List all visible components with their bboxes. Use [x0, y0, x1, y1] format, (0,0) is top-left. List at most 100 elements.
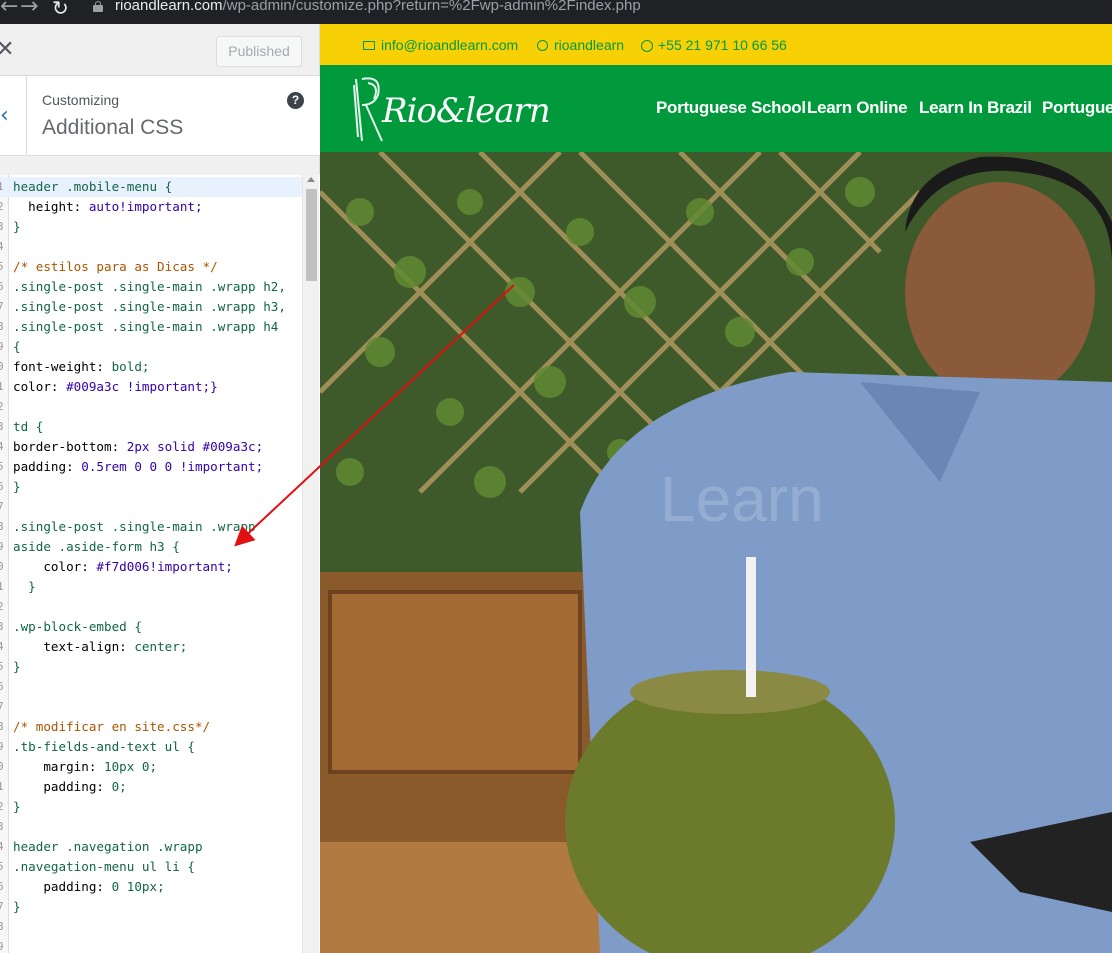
site-topbar: info@rioandlearn.com rioandlearn +55 21 …	[320, 24, 1112, 65]
code-line[interactable]: 5 .navegation-menu ul li {	[0, 857, 302, 877]
code-line[interactable]: 2	[0, 397, 302, 417]
code-text: padding: 0 10px;	[13, 879, 165, 894]
breadcrumb: Customizing	[42, 92, 120, 108]
code-line[interactable]: 5 /* estilos para as Dicas */	[0, 257, 302, 277]
site-logo[interactable]: Rio&learn	[352, 71, 551, 147]
forward-arrow-icon[interactable]: →	[20, 0, 38, 19]
code-line[interactable]: 0 margin: 10px 0;	[0, 757, 302, 777]
code-lines[interactable]: 1 header .mobile-menu {2 height: auto!imp…	[0, 177, 302, 953]
code-line[interactable]: 3}	[0, 217, 302, 237]
code-line[interactable]: 8 .single-post .single-main .wrapp h4	[0, 317, 302, 337]
code-line[interactable]: 2	[0, 597, 302, 617]
lock-icon[interactable]	[93, 1, 103, 12]
code-line[interactable]: 3 td {	[0, 417, 302, 437]
code-line[interactable]: 8 /* modificar en site.css*/	[0, 717, 302, 737]
line-number: 1	[0, 180, 4, 193]
code-line[interactable]: 9 .tb-fields-and-text ul {	[0, 737, 302, 757]
line-number: 9	[0, 340, 4, 353]
line-number: 0	[0, 760, 4, 773]
code-text: padding: 0;	[13, 779, 127, 794]
address-bar[interactable]: rioandlearn.com/wp-admin/customize.php?r…	[115, 0, 641, 14]
reload-icon[interactable]: ↻	[52, 0, 69, 20]
back-chevron-icon[interactable]: ‹	[0, 76, 27, 156]
scroll-up-arrow-icon[interactable]	[307, 177, 315, 182]
nav-learn-in-brazil[interactable]: Learn In Brazil	[919, 98, 1032, 118]
url-host: rioandlearn.com	[115, 0, 223, 14]
line-number: 6	[0, 480, 4, 493]
line-number: 3	[0, 220, 4, 233]
code-text: .navegation-menu ul li {	[13, 859, 195, 874]
code-text: margin: 10px 0;	[13, 759, 158, 774]
code-text: color: #f7d006!important;	[13, 559, 233, 574]
line-number: 6	[0, 880, 4, 893]
code-text: }	[13, 899, 21, 914]
code-line[interactable]: 0 color: #f7d006!important;	[0, 557, 302, 577]
nav-learn-online[interactable]: Learn Online	[807, 98, 908, 118]
topbar-skype[interactable]: rioandlearn	[537, 37, 624, 53]
topbar-email[interactable]: info@rioandlearn.com	[363, 37, 518, 53]
code-line[interactable]: 4	[0, 237, 302, 257]
code-line[interactable]: 0 font-weight: bold;	[0, 357, 302, 377]
customizer-header: ✕ Published	[0, 24, 320, 76]
code-line[interactable]: 3 .wp-block-embed {	[0, 617, 302, 637]
code-line[interactable]: 9 aside .aside-form h3 {	[0, 537, 302, 557]
line-number: 8	[0, 920, 4, 933]
line-number: 3	[0, 420, 4, 433]
code-text: .tb-fields-and-text ul {	[13, 739, 195, 754]
code-line[interactable]: 9{	[0, 337, 302, 357]
code-line[interactable]: 8	[0, 917, 302, 937]
code-text: .single-post .single-main .wrapp h3,	[13, 299, 286, 314]
logo-text: Rio&learn	[382, 91, 551, 131]
code-line[interactable]: 1 header .mobile-menu {	[0, 177, 302, 197]
line-number: 3	[0, 620, 4, 633]
code-text: .single-post .single-main .wrapp h4	[13, 319, 279, 334]
line-number: 5	[0, 860, 4, 873]
code-line[interactable]: 1 }	[0, 577, 302, 597]
code-line[interactable]: 4 text-align: center;	[0, 637, 302, 657]
code-line[interactable]: 8 .single-post .single-main .wrapp	[0, 517, 302, 537]
code-line[interactable]: 1 color: #009a3c !important;}	[0, 377, 302, 397]
code-line[interactable]: 6	[0, 677, 302, 697]
code-line[interactable]: 3	[0, 817, 302, 837]
code-line[interactable]: 4 header .navegation .wrapp	[0, 837, 302, 857]
line-number: 1	[0, 580, 4, 593]
section-header: ‹ Customizing Additional CSS ?	[0, 76, 320, 156]
help-icon[interactable]: ?	[287, 92, 304, 109]
code-line[interactable]: 7 .single-post .single-main .wrapp h3,	[0, 297, 302, 317]
code-line[interactable]: 6}	[0, 477, 302, 497]
code-line[interactable]: 4 border-bottom: 2px solid #009a3c;	[0, 437, 302, 457]
code-line[interactable]: 1 padding: 0;	[0, 777, 302, 797]
line-number: 4	[0, 840, 4, 853]
topbar-phone[interactable]: +55 21 971 10 66 56	[641, 37, 787, 53]
code-line[interactable]: 7	[0, 497, 302, 517]
section-title: Additional CSS	[42, 116, 184, 139]
customizer-sidebar: ✕ Published ‹ Customizing Additional CSS…	[0, 24, 320, 953]
code-line[interactable]: 7}	[0, 897, 302, 917]
line-number: 2	[0, 200, 4, 213]
publish-button[interactable]: Published	[216, 36, 302, 67]
code-text: }	[13, 659, 21, 674]
editor-scrollbar[interactable]	[302, 175, 319, 953]
back-arrow-icon[interactable]: ←	[0, 0, 18, 19]
code-line[interactable]: 5 padding: 0.5rem 0 0 0 !important;	[0, 457, 302, 477]
code-text: font-weight: bold;	[13, 359, 150, 374]
site-main-nav: Rio&learn Portuguese School Learn Online…	[320, 65, 1112, 152]
code-line[interactable]: 6 padding: 0 10px;	[0, 877, 302, 897]
line-number: 9	[0, 740, 4, 753]
url-path: /wp-admin/customize.php?return=%2Fwp-adm…	[222, 0, 641, 14]
close-icon[interactable]: ✕	[0, 37, 18, 63]
code-line[interactable]: 2 height: auto!important;	[0, 197, 302, 217]
code-line[interactable]: 9	[0, 937, 302, 953]
code-line[interactable]: 7	[0, 697, 302, 717]
nav-portuguese[interactable]: Portugues	[1042, 98, 1112, 118]
code-line[interactable]: 6 .single-post .single-main .wrapp h2,	[0, 277, 302, 297]
code-text: header .navegation .wrapp	[13, 839, 203, 854]
css-code-editor[interactable]: 1 header .mobile-menu {2 height: auto!imp…	[0, 175, 320, 953]
scroll-thumb[interactable]	[306, 189, 317, 281]
code-line[interactable]: 2}	[0, 797, 302, 817]
line-number: 8	[0, 320, 4, 333]
code-line[interactable]: 5}	[0, 657, 302, 677]
nav-portuguese-school[interactable]: Portuguese School	[656, 98, 806, 118]
code-text: {	[13, 339, 21, 354]
code-text: height: auto!important;	[13, 199, 203, 214]
